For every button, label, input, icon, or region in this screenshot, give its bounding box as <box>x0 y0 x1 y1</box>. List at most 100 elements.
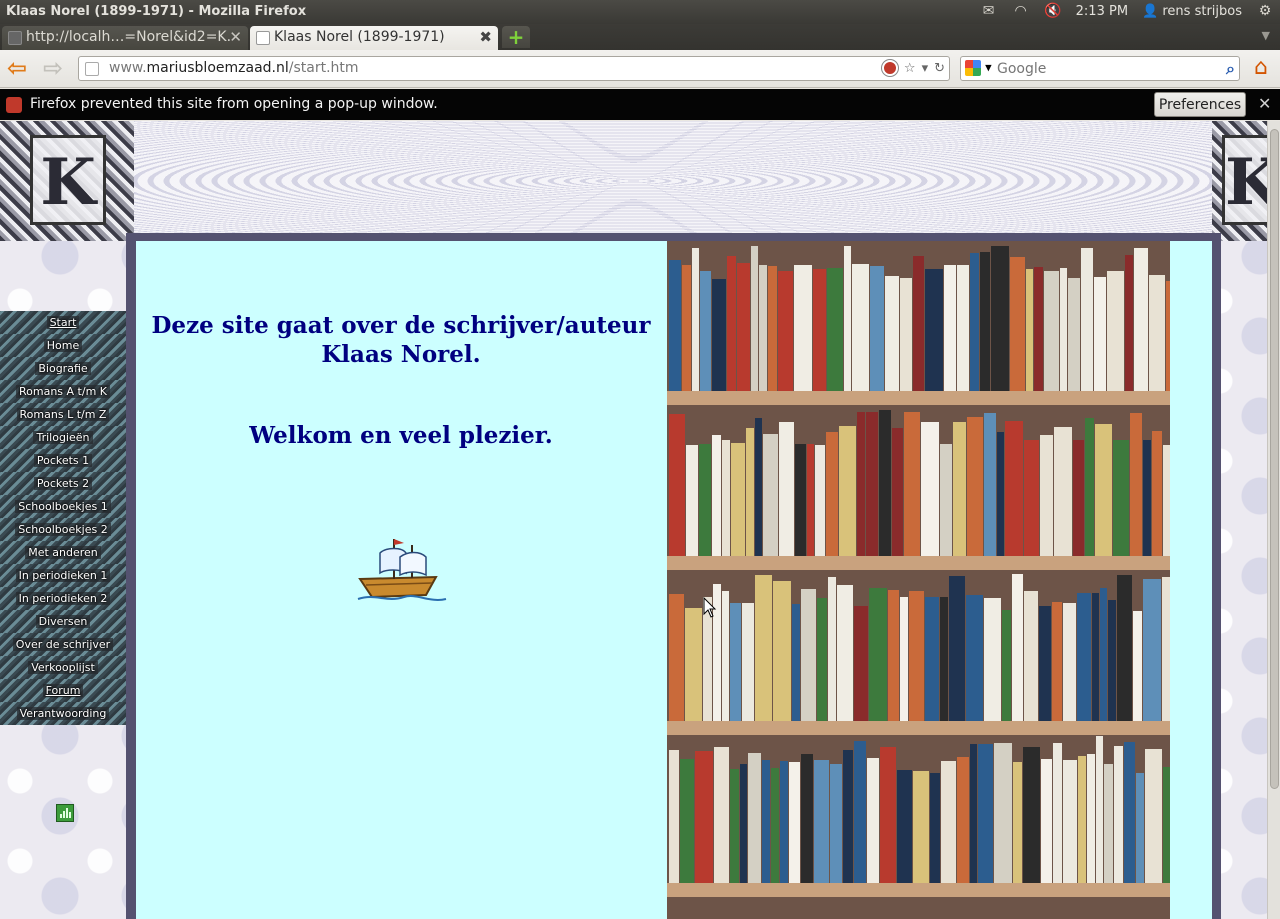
wifi-icon[interactable]: ◠ <box>1012 3 1030 19</box>
sidebar-item-romans-a-t-m-k[interactable]: Romans A t/m K <box>0 380 126 403</box>
clock[interactable]: 2:13 PM <box>1076 4 1128 19</box>
system-tray: ✉ ◠ 🔇 2:13 PM 👤 rens strijbos ⚙ <box>980 3 1274 19</box>
tab-close-icon[interactable]: ✖ <box>479 28 492 46</box>
sidebar-item-label: Start <box>46 316 80 329</box>
close-icon[interactable]: ✕ <box>1258 94 1271 113</box>
sidebar-item-label: Pockets 1 <box>33 454 93 467</box>
sidebar-item-start[interactable]: Start <box>0 311 126 334</box>
sidebar-item-label: Home <box>43 339 83 352</box>
back-arrow-icon[interactable]: ⇦ <box>4 56 30 82</box>
sailing-ship-icon <box>357 539 447 601</box>
tab-favicon-icon <box>256 31 270 45</box>
address-bar[interactable]: www.mariusbloemzaad.nl/start.htm ☆ ▾ ↻ <box>78 56 950 81</box>
page-heading: Deze site gaat over de schrijver/auteur … <box>136 311 666 369</box>
navigation-toolbar: ⇦ ⇨ www.mariusbloemzaad.nl/start.htm ☆ ▾… <box>0 50 1280 88</box>
sidebar-item-label: Biografie <box>35 362 91 375</box>
url-text[interactable]: www.mariusbloemzaad.nl/start.htm <box>109 60 359 76</box>
sidebar-item-verkooplijst[interactable]: Verkooplijst <box>0 656 126 679</box>
search-bar: ▾ ⌕ <box>960 56 1240 81</box>
sidebar-item-forum[interactable]: Forum <box>0 679 126 702</box>
vertical-scrollbar[interactable] <box>1267 121 1280 919</box>
tab-klaas-norel[interactable]: Klaas Norel (1899-1971) ✖ <box>250 26 498 50</box>
sidebar-item-label: Diversen <box>35 615 91 628</box>
site-identity-icon[interactable] <box>85 62 99 76</box>
tab-list-chevron-icon[interactable]: ▼ <box>1262 29 1270 42</box>
scrollbar-thumb[interactable] <box>1270 129 1279 789</box>
sidebar-item-label: Schoolboekjes 2 <box>15 523 111 536</box>
letter-k-ornament: K <box>30 135 106 225</box>
sidebar-item-schoolboekjes-2[interactable]: Schoolboekjes 2 <box>0 518 126 541</box>
sidebar-item-in-periodieken-2[interactable]: In periodieken 2 <box>0 587 126 610</box>
popup-blocked-notification: Firefox prevented this site from opening… <box>0 89 1280 120</box>
history-dropdown-icon[interactable]: ▾ <box>922 61 929 76</box>
initial-k-logo-left: K <box>0 121 134 241</box>
popup-warning-icon <box>6 97 22 113</box>
tab-label: Klaas Norel (1899-1971) <box>274 29 445 45</box>
page-viewport: K K Deze site gaat over de schrijver/aut… <box>0 121 1267 919</box>
counter-icon[interactable] <box>56 804 74 822</box>
window-title: Klaas Norel (1899-1971) - Mozilla Firefo… <box>6 4 307 19</box>
sidebar-item-in-periodieken-1[interactable]: In periodieken 1 <box>0 564 126 587</box>
sidebar-item-label: Over de schrijver <box>12 638 114 651</box>
main-content: Deze site gaat over de schrijver/auteur … <box>136 241 1212 919</box>
heading-line-1: Deze site gaat over de schrijver/auteur <box>151 312 651 339</box>
sidebar-item-label: Pockets 2 <box>33 477 93 490</box>
sidebar-item-romans-l-t-m-z[interactable]: Romans L t/m Z <box>0 403 126 426</box>
bookmark-star-icon[interactable]: ☆ <box>904 61 916 76</box>
sidebar-item-schoolboekjes-1[interactable]: Schoolboekjes 1 <box>0 495 126 518</box>
sidebar-item-label: Romans L t/m Z <box>16 408 110 421</box>
mouse-cursor-icon <box>703 597 717 618</box>
popup-blocked-icon[interactable] <box>881 60 898 76</box>
volume-muted-icon[interactable]: 🔇 <box>1044 3 1062 19</box>
sidebar-item-met-anderen[interactable]: Met anderen <box>0 541 126 564</box>
sidebar-item-diversen[interactable]: Diversen <box>0 610 126 633</box>
sidebar-item-verantwoording[interactable]: Verantwoording <box>0 702 126 725</box>
tab-favicon-icon <box>8 31 22 45</box>
popup-message: Firefox prevented this site from opening… <box>30 96 438 112</box>
sidebar-item-label: Schoolboekjes 1 <box>15 500 111 513</box>
sidebar-item-label: Trilogieën <box>33 431 93 444</box>
bookshelf-photo <box>667 241 1170 919</box>
reload-icon[interactable]: ↻ <box>934 61 945 76</box>
tab-close-icon[interactable]: ✕ <box>229 28 242 46</box>
tab-localhost[interactable]: http://localh…=Norel&id2=K. ✕ <box>2 26 248 50</box>
forward-arrow-icon[interactable]: ⇨ <box>40 56 66 82</box>
sidebar-item-biografie[interactable]: Biografie <box>0 357 126 380</box>
url-tools: ☆ ▾ ↻ <box>881 60 945 76</box>
url-path: /start.htm <box>288 60 359 76</box>
home-icon[interactable]: ⌂ <box>1248 56 1274 82</box>
sidebar-menu: Start Home Biografie Romans A t/m K Romans L… <box>0 311 126 725</box>
sidebar-item-label: Romans A t/m K <box>16 385 110 398</box>
heading-line-2: Klaas Norel. <box>321 341 481 368</box>
sidebar-item-label: Forum <box>42 684 84 697</box>
new-tab-plus-icon[interactable]: + <box>502 26 530 48</box>
user-menu[interactable]: 👤 rens strijbos <box>1142 4 1242 19</box>
sidebar-item-label: In periodieken 2 <box>15 592 111 605</box>
tab-label: http://localh…=Norel&id2=K. <box>26 29 232 45</box>
sidebar-item-over-de-schrijver[interactable]: Over de schrijver <box>0 633 126 656</box>
power-gear-icon[interactable]: ⚙ <box>1256 3 1274 19</box>
preferences-button[interactable]: Preferences <box>1154 92 1246 117</box>
sidebar-item-trilogie-n[interactable]: Trilogieën <box>0 426 126 449</box>
url-prefix: www. <box>109 60 147 76</box>
mail-icon[interactable]: ✉ <box>980 3 998 19</box>
sidebar-item-label: In periodieken 1 <box>15 569 111 582</box>
welcome-text: Welkom en veel plezier. <box>249 422 553 449</box>
search-input[interactable] <box>997 59 1207 79</box>
sidebar-item-pockets-2[interactable]: Pockets 2 <box>0 472 126 495</box>
sidebar-item-pockets-1[interactable]: Pockets 1 <box>0 449 126 472</box>
sidebar-item-home[interactable]: Home <box>0 334 126 357</box>
google-icon <box>965 60 981 76</box>
user-icon: 👤 <box>1142 3 1159 19</box>
sidebar-item-label: Verkooplijst <box>28 661 98 674</box>
initial-k-logo-right: K <box>1212 121 1267 241</box>
letter-k-ornament: K <box>1222 135 1267 225</box>
url-domain: mariusbloemzaad.nl <box>146 60 289 76</box>
sidebar-item-label: Met anderen <box>25 546 101 559</box>
decorative-banner <box>0 121 1267 241</box>
os-top-panel: Klaas Norel (1899-1971) - Mozilla Firefo… <box>0 0 1280 24</box>
magnifier-icon[interactable]: ⌕ <box>1226 59 1235 79</box>
search-engine-selector[interactable]: ▾ <box>965 60 995 78</box>
sidebar-item-label: Verantwoording <box>16 707 110 720</box>
user-name: rens strijbos <box>1162 3 1242 19</box>
